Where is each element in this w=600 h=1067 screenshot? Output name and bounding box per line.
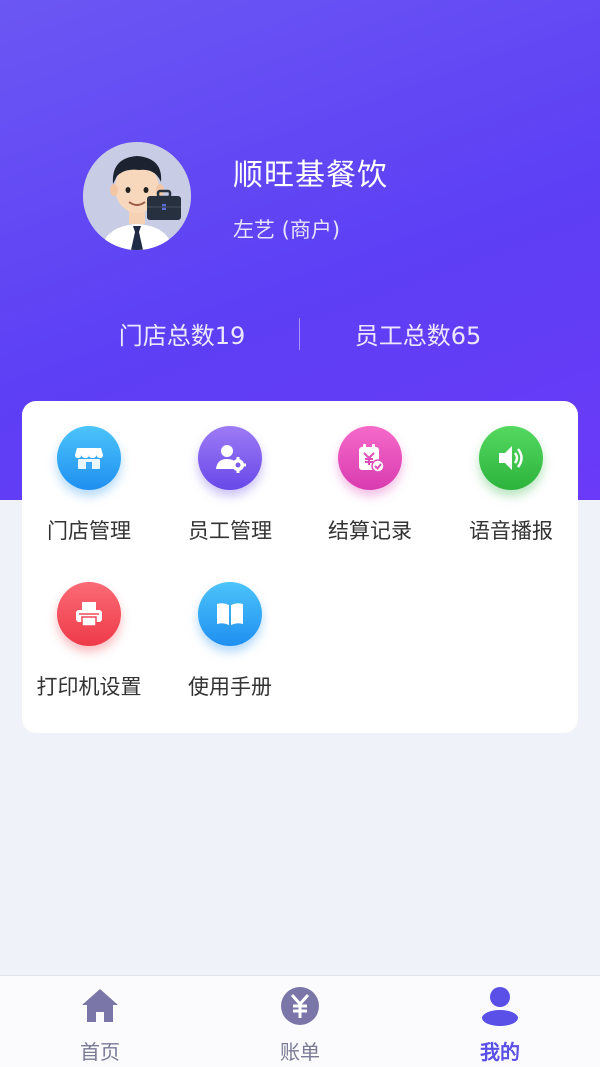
menu-settlement-record[interactable]: 结算记录	[300, 401, 440, 543]
merchant-avatar[interactable]	[83, 142, 191, 250]
home-icon	[80, 986, 120, 1026]
menu-label: 语音播报	[469, 519, 553, 543]
tab-label: 我的	[480, 1040, 520, 1064]
manual-book-icon	[198, 582, 262, 646]
menu-store-management[interactable]: 门店管理	[19, 401, 159, 543]
person-icon	[480, 986, 520, 1026]
menu-label: 员工管理	[188, 519, 272, 543]
tab-label: 首页	[80, 1040, 120, 1064]
function-menu-card: 门店管理 员工管理 结算记录 语音播报 打印机设置 使用手册	[22, 401, 578, 733]
printer-icon	[57, 582, 121, 646]
tab-mine[interactable]: 我的	[400, 976, 600, 1067]
menu-label: 使用手册	[188, 675, 272, 699]
store-count-stat[interactable]: 门店总数19	[62, 316, 302, 351]
staff-settings-icon	[198, 426, 262, 490]
menu-label: 打印机设置	[36, 675, 142, 699]
menu-label: 门店管理	[47, 519, 131, 543]
menu-staff-management[interactable]: 员工管理	[160, 401, 300, 543]
tab-bill[interactable]: 账单	[200, 976, 400, 1067]
menu-printer-settings[interactable]: 打印机设置	[19, 557, 159, 699]
staff-count-stat[interactable]: 员工总数65	[298, 316, 538, 351]
settlement-record-icon	[338, 426, 402, 490]
menu-voice-broadcast[interactable]: 语音播报	[441, 401, 581, 543]
menu-label: 结算记录	[328, 519, 412, 543]
user-role: 左艺 (商户)	[233, 218, 341, 242]
yuan-bill-icon	[280, 986, 320, 1026]
menu-user-manual[interactable]: 使用手册	[160, 557, 300, 699]
store-icon	[57, 426, 121, 490]
shop-name: 顺旺基餐饮	[233, 158, 388, 193]
speaker-icon	[479, 426, 543, 490]
tab-label: 账单	[280, 1040, 320, 1064]
tab-home[interactable]: 首页	[0, 976, 200, 1067]
bottom-tab-bar: 首页 账单 我的	[0, 975, 600, 1067]
